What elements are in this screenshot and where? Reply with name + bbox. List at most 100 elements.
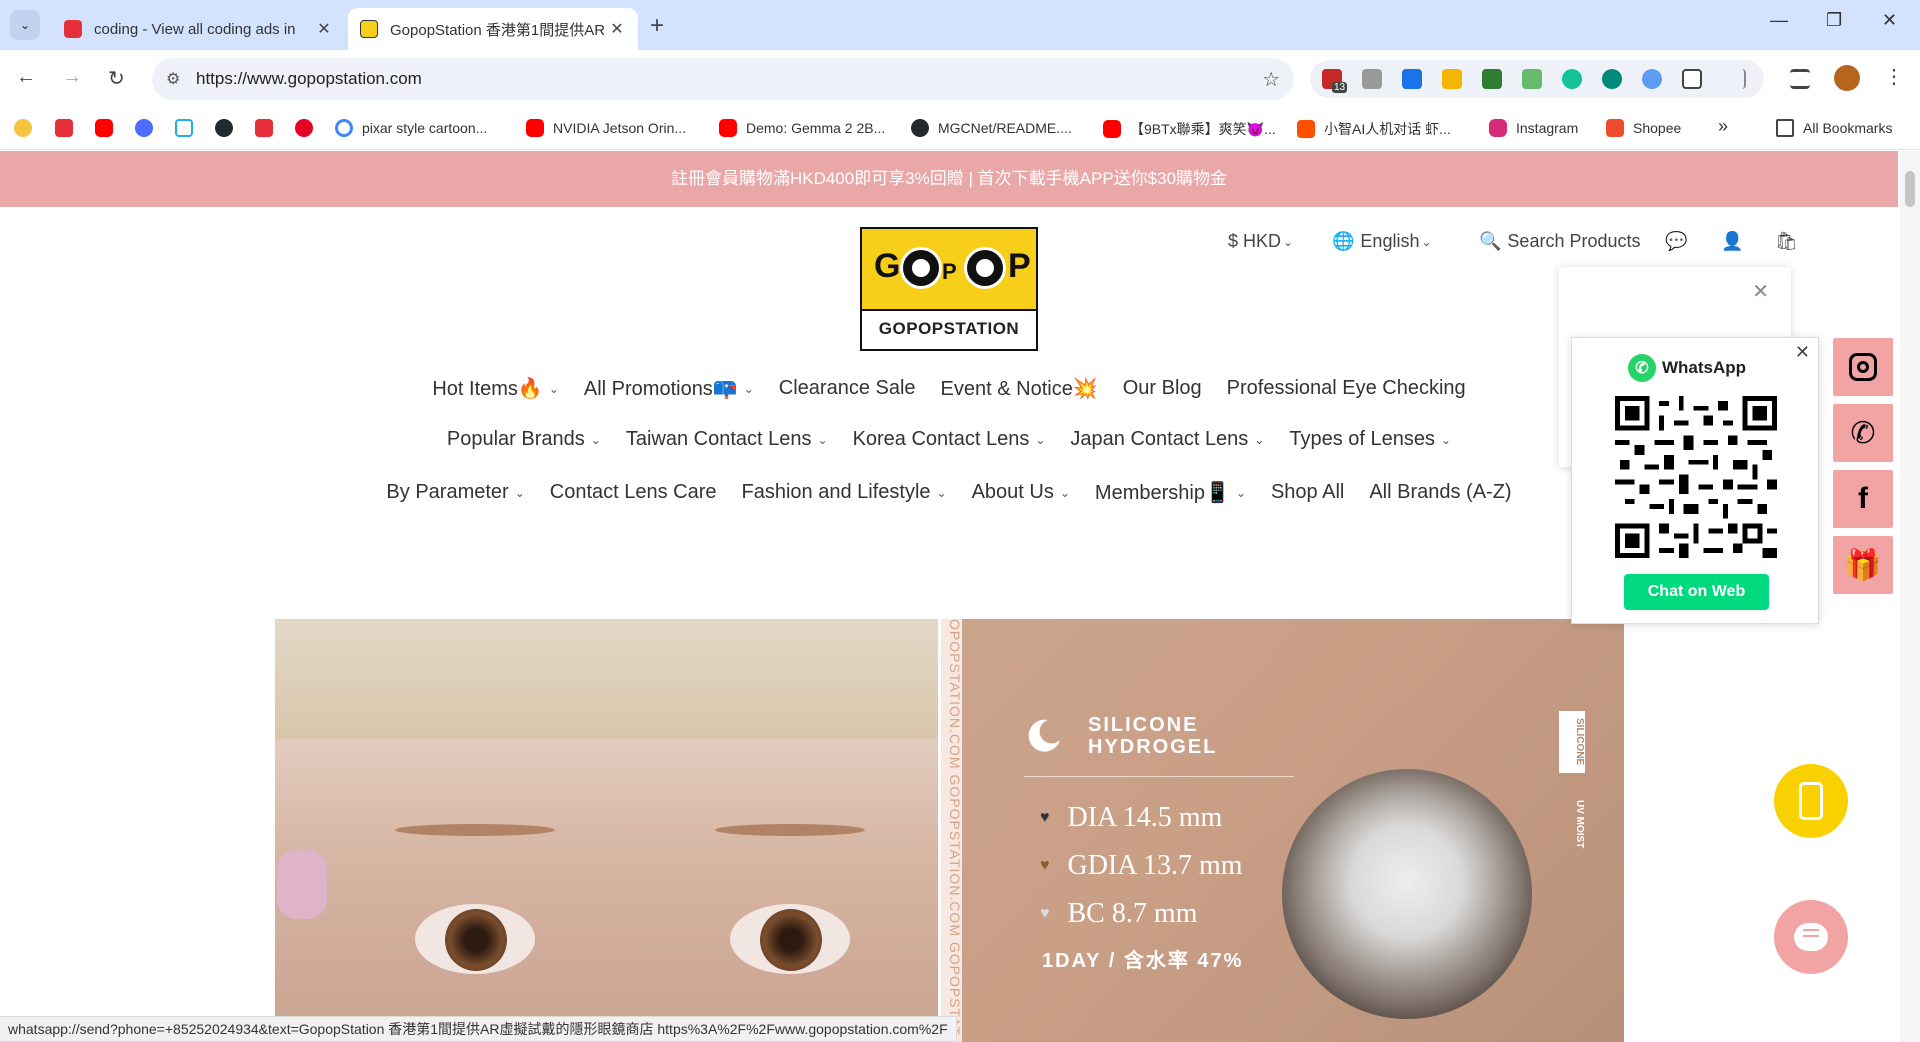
close-icon[interactable]: ✕ [1795, 342, 1810, 363]
bookmark-youtube[interactable] [95, 119, 122, 137]
close-tab-icon[interactable]: ✕ [315, 19, 333, 39]
gift-button[interactable]: 🎁 [1833, 536, 1893, 594]
bookmark-emoji[interactable] [14, 119, 41, 137]
forward-arrow-icon[interactable]: → [62, 66, 82, 89]
phone-icon [1799, 782, 1823, 820]
close-icon[interactable]: ✕ [1752, 279, 1769, 304]
moon-icon [1028, 719, 1060, 752]
bookmark-star-icon[interactable]: ☆ [1262, 67, 1280, 92]
grammarly-extension-icon[interactable] [1562, 69, 1582, 89]
menu-hot-items[interactable]: Hot Items🔥 ⌄ [432, 376, 559, 401]
menu-by-parameter[interactable]: By Parameter ⌄ [386, 480, 524, 505]
menu-popular-brands[interactable]: Popular Brands ⌄ [447, 428, 601, 451]
bookmark-9btx[interactable]: 【9BTx聯乘】爽笑😈... [1103, 119, 1276, 139]
bookmark-pinterest[interactable] [295, 119, 322, 137]
back-arrow-icon[interactable]: ← [16, 66, 36, 89]
chat-icon[interactable]: 💬 [1665, 231, 1687, 252]
menu-types-of-lenses[interactable]: Types of Lenses ⌄ [1289, 428, 1451, 451]
page-scrollbar[interactable] [1900, 151, 1920, 1042]
currency-selector[interactable]: $ HKD ⌄ [1228, 231, 1293, 252]
extensions-puzzle-icon[interactable] [1682, 69, 1702, 89]
bookmark-app[interactable] [255, 119, 282, 137]
all-bookmarks-button[interactable]: All Bookmarks [1776, 119, 1892, 137]
menu-all-brands[interactable]: All Brands (A-Z) [1369, 480, 1511, 505]
bookmark-bilibili[interactable] [175, 119, 202, 137]
live-chat-button[interactable] [1774, 900, 1848, 974]
hero-product-image[interactable]: SILICONE HYDROGEL ♥ DIA 14.5 mm ♥ GDIA 13.… [962, 619, 1624, 1042]
announcement-bar[interactable]: 註冊會員購物滿HKD400即可享3%回贈 | 首次下載手機APP送你$30購物金 [0, 151, 1898, 207]
address-bar[interactable]: ⚙ https://www.gopopstation.com ☆ [152, 58, 1294, 100]
restore-button[interactable]: ❐ [1826, 10, 1842, 31]
camera-extension-icon[interactable] [1362, 69, 1382, 89]
bookmark-shopee[interactable]: Shopee [1606, 119, 1681, 137]
whatsapp-title: WhatsApp [1662, 358, 1747, 377]
gift-icon: 🎁 [1844, 548, 1882, 582]
menu-taiwan-lens[interactable]: Taiwan Contact Lens ⌄ [626, 428, 828, 451]
bookmark-deepseek[interactable] [135, 119, 162, 137]
instagram-button[interactable] [1833, 338, 1893, 396]
new-tab-button[interactable]: + [650, 12, 664, 40]
menu-event-notice[interactable]: Event & Notice💥 [941, 376, 1098, 401]
menu-korea-lens[interactable]: Korea Contact Lens ⌄ [853, 428, 1046, 451]
logo-letter: P [1008, 247, 1031, 285]
close-tab-icon[interactable]: ✕ [608, 19, 626, 39]
menu-fashion-lifestyle[interactable]: Fashion and Lifestyle ⌄ [742, 480, 947, 505]
mic-extension-icon[interactable] [1642, 69, 1662, 89]
site-info-icon[interactable]: ⚙ [166, 69, 180, 89]
chevron-down-icon: ⌄ [743, 381, 754, 396]
avatar[interactable] [1834, 65, 1860, 91]
cursor-extension-icon[interactable] [1602, 69, 1622, 89]
keep-extension-icon[interactable] [1442, 69, 1462, 89]
hero-title-line: HYDROGEL [1088, 736, 1218, 758]
chevron-down-icon: ⌄ [1059, 485, 1070, 500]
bookmark-nvidia[interactable]: NVIDIA Jetson Orin... [526, 119, 686, 137]
download-app-button[interactable] [1774, 764, 1848, 838]
language-selector[interactable]: 🌐 English ⌄ [1332, 231, 1432, 252]
plant-extension-icon[interactable] [1522, 69, 1542, 89]
eh-extension-icon[interactable] [1482, 69, 1502, 89]
menu-lens-care[interactable]: Contact Lens Care [550, 480, 717, 505]
menu-about-us[interactable]: About Us ⌄ [972, 480, 1070, 505]
bookmark-xiaozhi[interactable]: 小智AI人机对话 虾... [1297, 119, 1451, 139]
whatsapp-button[interactable]: ✆ [1833, 404, 1893, 462]
bookmark-label: MGCNet/README.... [938, 120, 1072, 136]
site-logo[interactable]: G P P GOPOPSTATION [860, 227, 1038, 351]
tab-search-button[interactable]: ⌄ [10, 10, 40, 40]
chevron-down-icon: ⌄ [1441, 432, 1452, 447]
logo-mark: G P P [862, 229, 1036, 311]
facebook-button[interactable]: f [1833, 470, 1893, 528]
search-products-button[interactable]: 🔍 Search Products [1479, 231, 1641, 252]
cart-icon[interactable]: 🛍 [1775, 231, 1798, 252]
more-menu-icon[interactable]: ⋮ [1884, 64, 1904, 89]
chat-on-web-button[interactable]: Chat on Web [1624, 574, 1769, 610]
address-text: https://www.gopopstation.com [196, 69, 422, 88]
menu-our-blog[interactable]: Our Blog [1123, 376, 1202, 401]
menu-all-promotions[interactable]: All Promotions📪 ⌄ [584, 376, 754, 401]
heart-icon: ♥ [1040, 809, 1050, 826]
bookmark-github[interactable] [215, 119, 242, 137]
bitwarden-extension-icon[interactable] [1402, 69, 1422, 89]
bookmark-instagram[interactable]: Instagram [1489, 119, 1578, 137]
bookmark-gemma[interactable]: Demo: Gemma 2 2B... [719, 119, 885, 137]
menu-clearance-sale[interactable]: Clearance Sale [779, 376, 916, 401]
tab-coding[interactable]: coding - View all coding ads in ✕ [52, 8, 345, 50]
menu-label: Korea Contact Lens [852, 428, 1030, 450]
tab-gopopstation[interactable]: GopopStation 香港第1間提供AR ✕ [348, 8, 638, 50]
reload-icon[interactable]: ↻ [108, 66, 125, 91]
menu-japan-lens[interactable]: Japan Contact Lens ⌄ [1070, 428, 1264, 451]
more-bookmarks-button[interactable]: » [1718, 116, 1728, 137]
bookmark-pixar[interactable]: pixar style cartoon... [335, 119, 487, 137]
bookmark-mgcnet[interactable]: MGCNet/README.... [911, 119, 1072, 137]
menu-membership[interactable]: Membership📱 ⌄ [1095, 480, 1246, 505]
chevron-down-icon: ⌄ [1421, 234, 1432, 249]
close-window-button[interactable]: ✕ [1882, 10, 1897, 31]
account-icon[interactable]: 👤 [1721, 231, 1743, 252]
minimize-button[interactable]: — [1770, 10, 1788, 31]
menu-eye-checking[interactable]: Professional Eye Checking [1227, 376, 1466, 401]
menu-shop-all[interactable]: Shop All [1271, 480, 1344, 505]
media-control-icon[interactable] [1790, 69, 1810, 89]
bookmark-hkbn[interactable] [55, 119, 82, 137]
spec-dia: ♥ DIA 14.5 mm [1040, 802, 1222, 834]
hero-model-image[interactable] [275, 619, 938, 1042]
scrollbar-thumb[interactable] [1905, 171, 1915, 207]
